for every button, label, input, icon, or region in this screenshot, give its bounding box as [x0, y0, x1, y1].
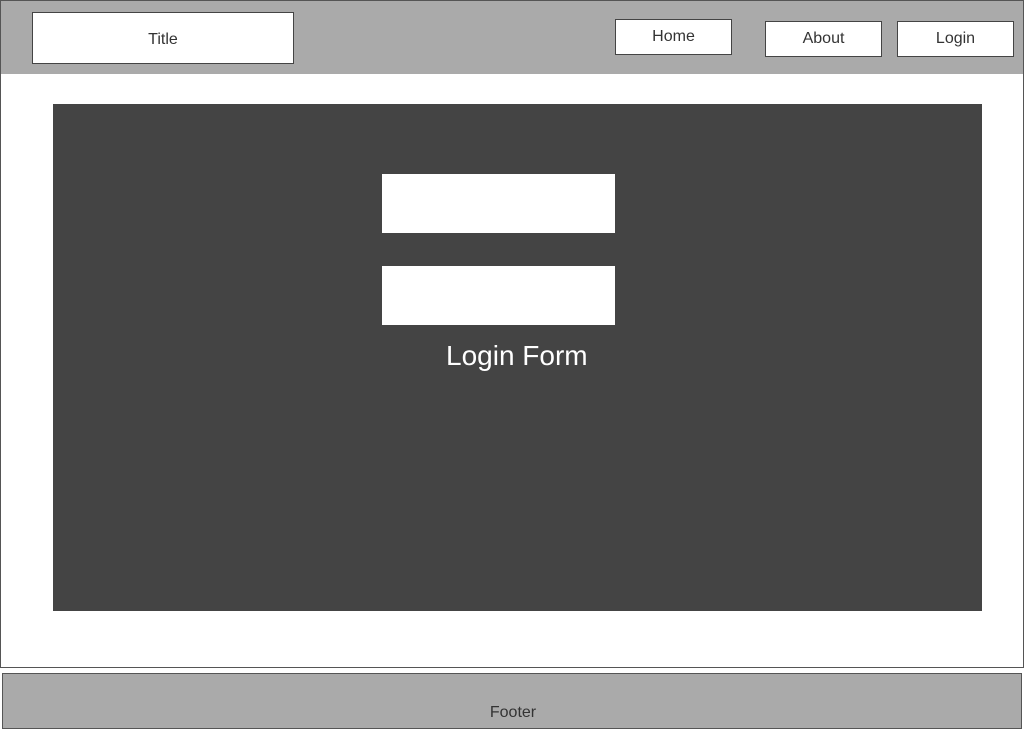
nav-login-button[interactable]: Login — [897, 21, 1014, 57]
login-field-2[interactable] — [382, 266, 615, 325]
login-field-1[interactable] — [382, 174, 615, 233]
footer-text: Footer — [489, 704, 537, 721]
nav-about-button[interactable]: About — [765, 21, 882, 57]
nav-home-button[interactable]: Home — [615, 19, 732, 55]
site-title: Title — [32, 12, 294, 64]
footer-bar: Footer — [2, 673, 1022, 729]
login-form-label: Login Form — [446, 340, 588, 371]
